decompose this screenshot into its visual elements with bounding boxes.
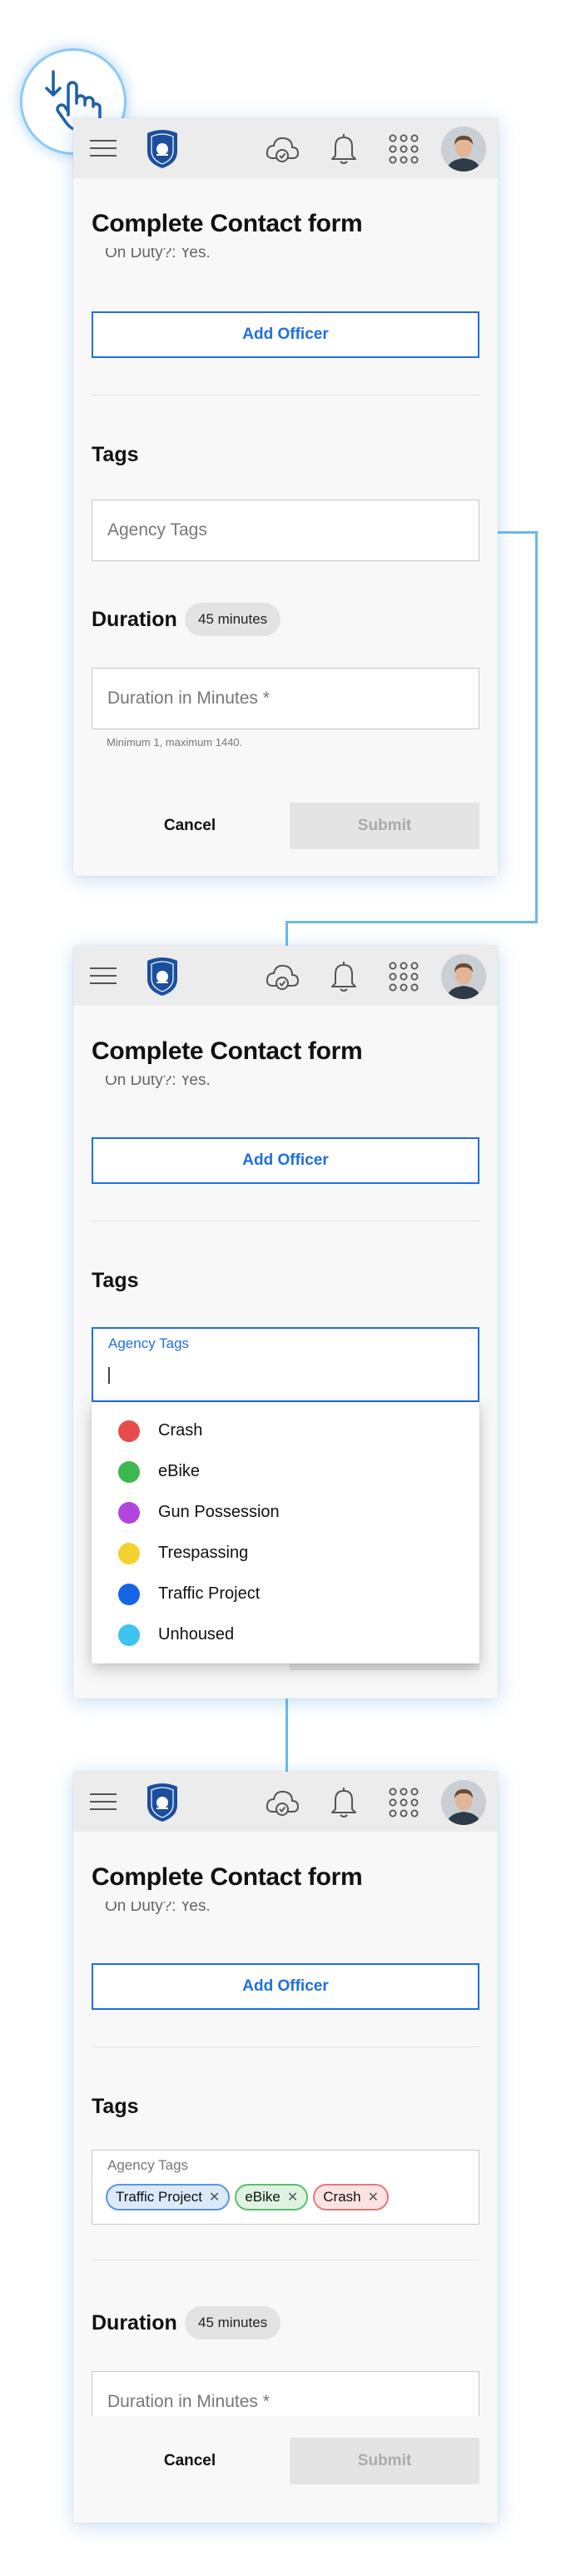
form-content: On Duty?: Yes. Complete Contact form Add… bbox=[73, 1006, 498, 1698]
hamburger-menu-icon[interactable] bbox=[88, 1792, 118, 1812]
duration-field[interactable]: Duration in Minutes * bbox=[92, 668, 479, 729]
dropdown-option[interactable]: eBike bbox=[92, 1451, 479, 1492]
duration-badge: 45 minutes bbox=[185, 2306, 281, 2340]
duration-heading: Duration bbox=[92, 2311, 177, 2335]
remove-tag-icon[interactable]: ✕ bbox=[209, 2189, 220, 2206]
avatar[interactable] bbox=[441, 1780, 486, 1825]
flow-connector bbox=[286, 1698, 288, 1772]
tags-heading: Tags bbox=[92, 443, 139, 466]
tag-color-dot bbox=[118, 1420, 140, 1442]
agency-tags-field[interactable]: Agency Tags Traffic Project ✕ eBike ✕ Crash ✕ bbox=[92, 2150, 479, 2225]
avatar[interactable] bbox=[441, 127, 486, 172]
cancel-button[interactable]: Cancel bbox=[140, 2438, 240, 2484]
dropdown-option-label: Traffic Project bbox=[158, 1584, 261, 1603]
agency-tags-placeholder: Agency Tags bbox=[107, 520, 207, 540]
tags-heading: Tags bbox=[92, 2095, 139, 2118]
agency-badge-icon bbox=[145, 956, 180, 997]
on-duty-text: On Duty?: Yes. bbox=[105, 248, 211, 261]
selected-tags: Traffic Project ✕ eBike ✕ Crash ✕ bbox=[106, 2184, 390, 2210]
screen-1: On Duty?: Yes. Complete Contact form Add… bbox=[73, 118, 498, 876]
app-bar bbox=[73, 118, 498, 178]
on-duty-text: On Duty?: Yes. bbox=[105, 1902, 211, 1915]
tag-chip-label: Crash bbox=[323, 2189, 361, 2205]
tag-chip-label: Traffic Project bbox=[116, 2189, 202, 2205]
agency-tags-field[interactable]: Agency Tags bbox=[92, 500, 479, 561]
page-title: Complete Contact form bbox=[92, 210, 363, 237]
tags-heading: Tags bbox=[92, 1269, 139, 1292]
agency-badge-icon bbox=[145, 128, 180, 170]
app-grid-icon[interactable] bbox=[388, 133, 420, 165]
page-title: Complete Contact form bbox=[92, 1037, 363, 1065]
tag-chip-label: eBike bbox=[245, 2189, 281, 2205]
duration-placeholder: Duration in Minutes * bbox=[107, 689, 270, 708]
app-grid-icon[interactable] bbox=[388, 1787, 420, 1818]
cloud-sync-icon[interactable] bbox=[265, 133, 300, 165]
app-bar bbox=[73, 1772, 498, 1832]
cloud-sync-icon[interactable] bbox=[265, 961, 300, 992]
divider bbox=[92, 2046, 479, 2047]
form-content: On Duty?: Yes. Complete Contact form Add… bbox=[73, 178, 498, 876]
dropdown-option[interactable]: Traffic Project bbox=[92, 1574, 479, 1614]
dropdown-option[interactable]: Unhoused bbox=[92, 1614, 479, 1655]
dropdown-option[interactable]: Gun Possession bbox=[92, 1492, 479, 1533]
dropdown-option-label: eBike bbox=[158, 1462, 201, 1480]
text-cursor bbox=[108, 1367, 110, 1384]
app-bar bbox=[73, 946, 498, 1006]
tag-color-dot bbox=[118, 1460, 140, 1483]
page-title: Complete Contact form bbox=[92, 1863, 363, 1891]
duration-placeholder: Duration in Minutes * bbox=[107, 2392, 270, 2411]
tag-color-dot bbox=[118, 1501, 140, 1524]
tag-chip[interactable]: Traffic Project ✕ bbox=[106, 2184, 231, 2210]
agency-tags-field[interactable]: Agency Tags bbox=[92, 1327, 479, 1402]
submit-button[interactable]: Submit bbox=[290, 2438, 479, 2484]
agency-tags-label: Agency Tags bbox=[108, 1335, 190, 1351]
notification-bell-icon[interactable] bbox=[329, 132, 359, 165]
notification-bell-icon[interactable] bbox=[329, 1785, 359, 1818]
dropdown-option-label: Crash bbox=[158, 1421, 203, 1440]
agency-tags-label: Agency Tags bbox=[107, 2157, 189, 2173]
add-officer-button[interactable]: Add Officer bbox=[92, 311, 479, 358]
agency-badge-icon bbox=[145, 1782, 180, 1823]
duration-hint: Minimum 1, maximum 1440. bbox=[107, 736, 243, 748]
add-officer-button[interactable]: Add Officer bbox=[92, 1963, 479, 2010]
dropdown-option[interactable]: Trespassing bbox=[92, 1533, 479, 1574]
remove-tag-icon[interactable]: ✕ bbox=[287, 2189, 298, 2206]
remove-tag-icon[interactable]: ✕ bbox=[368, 2189, 379, 2206]
on-duty-text: On Duty?: Yes. bbox=[105, 1076, 211, 1089]
flow-connector bbox=[535, 531, 538, 922]
avatar[interactable] bbox=[441, 954, 486, 999]
flow-connector bbox=[286, 921, 538, 923]
notification-bell-icon[interactable] bbox=[329, 959, 359, 992]
app-grid-icon[interactable] bbox=[388, 961, 420, 992]
tag-chip[interactable]: eBike ✕ bbox=[235, 2184, 309, 2210]
tag-color-dot bbox=[118, 1542, 140, 1564]
form-footer: Cancel Submit bbox=[73, 2416, 498, 2499]
form-footer: Cancel Submit bbox=[73, 778, 498, 861]
tag-chip[interactable]: Crash ✕ bbox=[313, 2184, 390, 2210]
screen-3: On Duty?: Yes. Complete Contact form Add… bbox=[73, 1772, 498, 2523]
duration-badge: 45 minutes bbox=[185, 603, 281, 636]
dropdown-option[interactable]: Crash bbox=[92, 1410, 479, 1451]
tag-color-dot bbox=[118, 1624, 140, 1646]
screen-2: On Duty?: Yes. Complete Contact form Add… bbox=[73, 946, 498, 1698]
agency-tags-dropdown: Crash eBike Gun Possession Trespassing Traff… bbox=[92, 1402, 479, 1663]
cloud-sync-icon[interactable] bbox=[265, 1787, 300, 1818]
hamburger-menu-icon[interactable] bbox=[88, 138, 118, 158]
cancel-button[interactable]: Cancel bbox=[140, 803, 240, 849]
submit-button[interactable]: Submit bbox=[290, 803, 479, 849]
tag-color-dot bbox=[118, 1583, 140, 1605]
form-content: On Duty?: Yes. Complete Contact form Add… bbox=[73, 1832, 498, 2523]
hamburger-menu-icon[interactable] bbox=[88, 966, 118, 986]
dropdown-option-label: Unhoused bbox=[158, 1625, 235, 1644]
dropdown-option-label: Trespassing bbox=[158, 1544, 249, 1562]
add-officer-button[interactable]: Add Officer bbox=[92, 1137, 479, 1184]
duration-heading: Duration bbox=[92, 608, 177, 631]
dropdown-option-label: Gun Possession bbox=[158, 1503, 280, 1521]
